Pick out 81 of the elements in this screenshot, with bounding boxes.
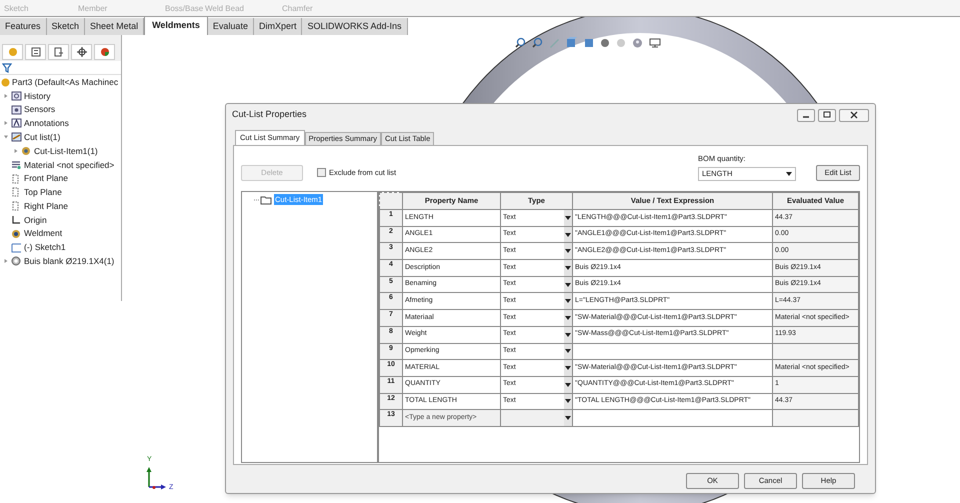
origin-icon (11, 215, 22, 226)
tree-item[interactable]: Cut-List-Item1(1) (34, 144, 98, 158)
cut-item-icon (21, 146, 32, 156)
filter-icon (2, 62, 12, 72)
tree-item[interactable]: Weldment (24, 227, 62, 240)
dropdown-arrow-icon (564, 349, 571, 354)
config-icon (54, 47, 64, 57)
maximize-button[interactable] (818, 108, 836, 122)
dropdown-button[interactable] (564, 242, 573, 260)
close-button[interactable] (839, 108, 869, 122)
command-tab[interactable]: DimXpert (254, 18, 302, 35)
tree-item[interactable]: Front Plane (24, 172, 68, 186)
tree-item[interactable]: History (24, 90, 50, 102)
annotation-icon (11, 118, 22, 128)
maximize-icon (822, 110, 832, 120)
dropdown-arrow-icon (786, 172, 792, 176)
command-tab[interactable]: Sheet Metal (85, 18, 144, 35)
tree-item[interactable]: Material <not specified> (24, 158, 114, 172)
dropdown-arrow-icon (564, 316, 571, 320)
weldment-icon (11, 228, 22, 239)
list-icon (30, 47, 40, 57)
crosshair-icon (76, 47, 86, 57)
dropdown-button[interactable] (564, 210, 573, 226)
dropdown-button[interactable] (564, 326, 573, 343)
body-icon (11, 256, 22, 266)
tree-item[interactable]: Buis blank Ø219.1X4(1) (24, 255, 114, 268)
folder-icon (254, 194, 272, 205)
tree-item[interactable]: Part3 (Default<As Machinec (12, 76, 118, 88)
dropdown-arrow-icon (564, 282, 571, 287)
sketch-icon (11, 242, 22, 253)
command-tab[interactable]: SOLIDWORKS Add-Ins (302, 18, 408, 35)
dropdown-button[interactable] (564, 343, 573, 360)
part-icon (1, 78, 10, 86)
dropdown-arrow-icon (564, 266, 571, 270)
command-tab[interactable]: Evaluate (208, 18, 254, 35)
dropdown-arrow-icon (564, 299, 571, 304)
panel-tab[interactable] (48, 44, 69, 60)
minimize-button[interactable] (797, 108, 815, 122)
tree-item[interactable]: Cut list(1) (24, 130, 60, 144)
tree-item[interactable]: Right Plane (24, 200, 68, 213)
panel-tab[interactable] (25, 44, 46, 60)
sensor-icon (11, 104, 22, 115)
dropdown-arrow-icon (564, 366, 571, 370)
dropdown-arrow-icon (564, 416, 571, 420)
dropdown-button[interactable] (564, 276, 573, 293)
command-tab[interactable]: Features (0, 18, 47, 35)
close-icon (849, 110, 859, 120)
monitor-icon (649, 38, 661, 48)
tree-item[interactable]: (-) Sketch1 (24, 241, 66, 254)
dropdown-arrow-icon (564, 382, 571, 387)
dropdown-button[interactable] (564, 393, 573, 410)
part-icon (8, 47, 18, 57)
dropdown-button[interactable] (564, 360, 573, 376)
cube-icon (566, 37, 577, 48)
dropdown-button[interactable] (564, 260, 573, 276)
dropdown-button[interactable] (564, 376, 573, 394)
dropdown-arrow-icon (564, 232, 571, 237)
dropdown-arrow-icon (564, 332, 571, 337)
history-icon (11, 90, 22, 101)
dropdown-button[interactable] (564, 310, 573, 326)
dropdown-arrow-icon (564, 249, 571, 254)
command-tab[interactable]: Sketch (46, 18, 86, 35)
tree-item[interactable]: Origin (24, 214, 47, 226)
tree-item[interactable]: Top Plane (24, 186, 62, 199)
scene-icon (632, 38, 643, 48)
window-title: Cut-List Properties (232, 108, 308, 122)
dropdown-button[interactable] (564, 226, 573, 243)
cube-icon (583, 37, 594, 48)
zoom-icon (532, 37, 543, 48)
cut-list-icon (11, 132, 22, 142)
material-icon (11, 160, 22, 170)
command-tab[interactable]: Weldments (144, 17, 208, 35)
dropdown-arrow-icon (564, 216, 571, 220)
appearance-icon (100, 47, 110, 57)
dropdown-arrow-icon (564, 399, 571, 404)
checkbox[interactable] (317, 168, 326, 177)
dropdown-button[interactable] (564, 292, 573, 310)
tree-item[interactable]: Sensors (24, 103, 56, 116)
zoom-icon (515, 37, 526, 48)
tree-item[interactable]: Annotations (24, 117, 69, 130)
panel-tab[interactable] (71, 44, 92, 60)
